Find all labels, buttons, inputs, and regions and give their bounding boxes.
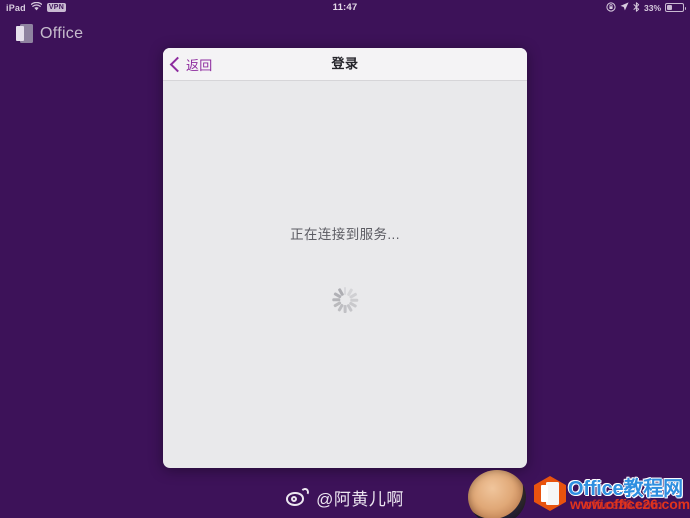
status-bar-left: iPad VPN <box>6 1 67 13</box>
battery-fill <box>667 5 672 10</box>
spinner-spoke <box>350 298 358 302</box>
vpn-badge: VPN <box>46 3 67 12</box>
bluetooth-icon <box>633 1 640 14</box>
status-bar-right: 33% <box>606 1 686 14</box>
office-logo-icon <box>16 24 33 43</box>
location-arrow-icon <box>620 2 629 13</box>
office-brand: Office <box>16 24 83 43</box>
status-bar-clock: 11:47 <box>332 2 358 13</box>
spinner-spoke <box>343 287 347 295</box>
activity-spinner-icon <box>331 287 358 313</box>
sheet-header: 返回 登录 <box>163 48 527 81</box>
sheet-body: 正在连接到服务... <box>163 81 527 468</box>
connection-status-text: 正在连接到服务... <box>290 227 400 242</box>
author-photo <box>468 470 526 518</box>
weibo-logo-icon <box>286 487 310 507</box>
battery-percent-label: 33% <box>643 2 661 13</box>
site-watermark: Office教程网 www.office26.com office26.com <box>460 470 690 518</box>
status-bar: iPad VPN 11:47 33% <box>0 0 690 15</box>
office-hex-logo-icon <box>534 476 566 511</box>
ipad-screen: iPad VPN 11:47 33% Office 返回 登录 正在连接到服务.… <box>0 0 690 518</box>
spinner-spoke <box>343 305 347 313</box>
office-brand-label: Office <box>40 24 84 42</box>
login-sheet: 返回 登录 正在连接到服务... <box>163 48 527 468</box>
watermark-url-overlay: office26.com <box>584 497 663 512</box>
weibo-handle-label: @阿黄儿啊 <box>316 490 404 509</box>
rotation-lock-icon <box>606 1 616 14</box>
device-label: iPad <box>6 2 26 13</box>
chevron-left-icon <box>169 56 186 72</box>
wifi-icon <box>30 1 42 13</box>
page-title: 登录 <box>331 56 359 71</box>
battery-icon <box>665 3 686 12</box>
spinner-spoke <box>331 298 340 302</box>
back-button-label: 返回 <box>186 57 213 73</box>
back-button[interactable]: 返回 <box>169 48 213 80</box>
